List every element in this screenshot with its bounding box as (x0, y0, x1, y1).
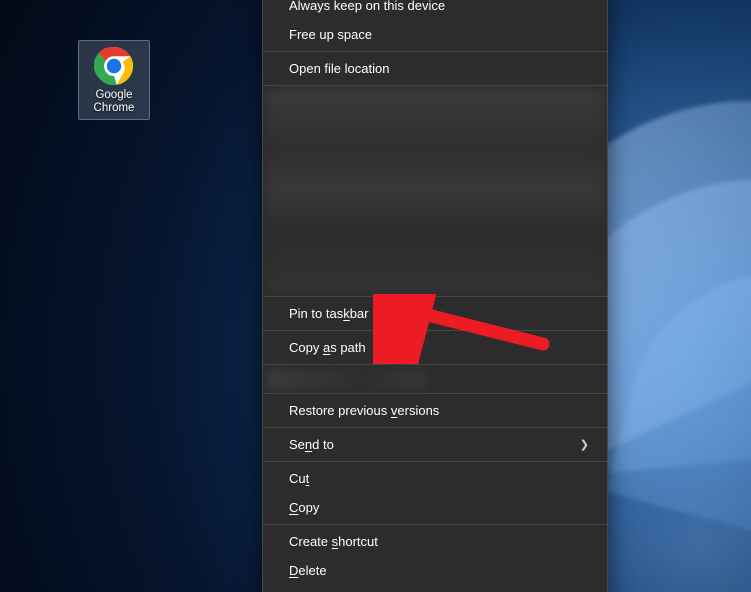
desktop-icon-label: Google Chrome (81, 89, 147, 115)
menu-item-pin-to-taskbar[interactable]: Pin to taskbar (263, 299, 607, 328)
menu-item-label: Send to (289, 437, 334, 452)
desktop-icon-chrome[interactable]: Google Chrome (78, 40, 150, 120)
menu-item-copy[interactable]: Copy (263, 493, 607, 522)
menu-item-cut[interactable]: Cut (263, 464, 607, 493)
menu-item-label: Create shortcut (289, 534, 378, 549)
menu-item-copy-as-path[interactable]: Copy as path (263, 333, 607, 362)
menu-item-delete[interactable]: Delete (263, 556, 607, 585)
menu-divider (263, 393, 607, 394)
context-menu: Always keep on this device Free up space… (262, 0, 608, 592)
menu-divider (263, 461, 607, 462)
menu-item-label: Free up space (289, 27, 372, 42)
menu-item-label: Cut (289, 471, 309, 486)
menu-divider (263, 330, 607, 331)
menu-divider (263, 524, 607, 525)
menu-item-open-file-location[interactable]: Open file location (263, 54, 607, 83)
menu-item-label: Open file location (289, 61, 389, 76)
menu-item-send-to[interactable]: Send to ❯ (263, 430, 607, 459)
chrome-icon (93, 45, 135, 87)
menu-item-label: Restore previous versions (289, 403, 439, 418)
menu-item-label: Delete (289, 563, 327, 578)
chevron-right-icon: ❯ (580, 438, 589, 451)
menu-item-restore-previous-versions[interactable]: Restore previous versions (263, 396, 607, 425)
redacted-block (266, 89, 604, 293)
menu-divider (263, 427, 607, 428)
menu-divider (263, 51, 607, 52)
menu-divider (263, 296, 607, 297)
menu-divider (263, 364, 607, 365)
menu-item-label: Copy (289, 500, 319, 515)
menu-item-label: Pin to taskbar (289, 306, 369, 321)
menu-item-create-shortcut[interactable]: Create shortcut (263, 527, 607, 556)
menu-item-rename[interactable]: Rename (263, 585, 607, 592)
menu-item-free-up[interactable]: Free up space (263, 20, 607, 49)
menu-item-label: Always keep on this device (289, 0, 445, 13)
menu-divider (263, 85, 607, 86)
redacted-block (266, 368, 426, 390)
menu-item-always-keep[interactable]: Always keep on this device (263, 0, 607, 20)
menu-item-label: Copy as path (289, 340, 366, 355)
